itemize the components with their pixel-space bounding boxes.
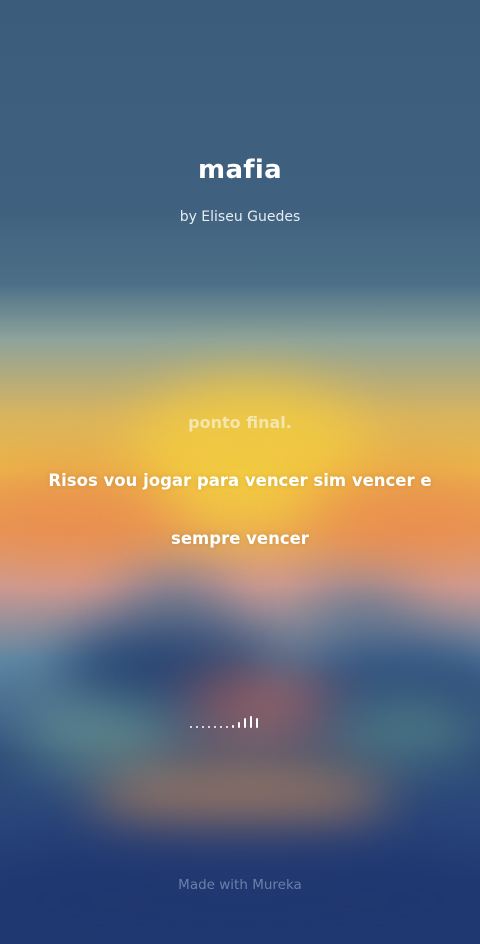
visualizer-bar	[220, 726, 222, 728]
visualizer-bar	[202, 726, 204, 728]
visualizer-bar	[238, 722, 240, 728]
visualizer-bar	[208, 726, 210, 728]
visualizer-bar	[250, 716, 252, 728]
made-with-mureka-watermark: Made with Mureka	[178, 877, 302, 893]
visualizer-bar	[196, 726, 198, 728]
current-lyric-line: Risos vou jogar para vencer sim vencer e…	[48, 471, 432, 548]
song-artist: by Eliseu Guedes	[179, 209, 301, 225]
visualizer-bar	[244, 718, 246, 728]
visualizer-bar	[190, 726, 192, 728]
audio-visualizer	[190, 714, 290, 728]
previous-lyric-line: ponto final.	[188, 413, 292, 432]
visualizer-bar	[256, 718, 258, 728]
visualizer-bar	[226, 726, 228, 728]
visualizer-bar	[232, 725, 234, 728]
visualizer-bar	[214, 726, 216, 728]
song-title: mafia	[198, 155, 282, 185]
